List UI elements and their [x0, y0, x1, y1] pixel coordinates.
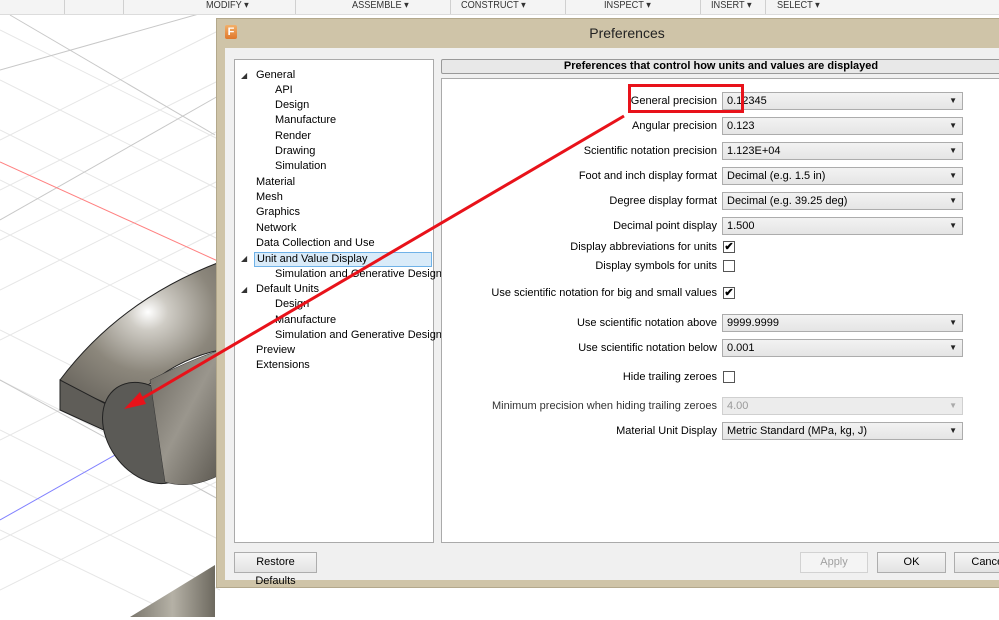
tree-item-general-design[interactable]: Design	[275, 98, 309, 113]
tree-item-network[interactable]: Network	[256, 221, 296, 236]
general-precision-select[interactable]: 0.12345 ▼	[722, 92, 963, 110]
min-precision-label: Minimum precision when hiding trailing z…	[492, 400, 717, 412]
angular-precision-select[interactable]: 0.123 ▼	[722, 117, 963, 135]
dropdown-arrow-icon: ▼	[949, 196, 957, 205]
foot-inch-format-select[interactable]: Decimal (e.g. 1.5 in) ▼	[722, 167, 963, 185]
dropdown-arrow-icon: ▼	[949, 343, 957, 352]
min-precision-select[interactable]: 4.00 ▼	[722, 397, 963, 415]
tree-item-unit-simulation-generative[interactable]: Simulation and Generative Design	[275, 267, 442, 282]
ok-button[interactable]: OK	[877, 552, 946, 573]
tree-item-general-manufacture[interactable]: Manufacture	[275, 113, 336, 128]
display-symbols-checkbox[interactable]	[723, 260, 735, 272]
decimal-point-select[interactable]: 1.500 ▼	[722, 217, 963, 235]
tree-item-label[interactable]: Default Units	[256, 282, 319, 297]
sci-above-select[interactable]: 9999.9999 ▼	[722, 314, 963, 332]
tree-item-mesh[interactable]: Mesh	[256, 190, 283, 205]
angular-precision-label: Angular precision	[632, 120, 717, 132]
menu-construct[interactable]: CONSTRUCT ▾	[461, 0, 526, 14]
tree-item-label[interactable]: General	[256, 68, 295, 83]
preferences-tree[interactable]: ◢ General API Design Manufacture Render …	[234, 59, 442, 543]
tree-item-extensions[interactable]: Extensions	[256, 358, 310, 373]
material-unit-label: Material Unit Display	[616, 425, 717, 437]
toolbar-separator	[565, 0, 566, 14]
dialog-title: Preferences	[589, 25, 665, 41]
toolbar-separator	[295, 0, 296, 14]
degree-format-label: Degree display format	[609, 195, 717, 207]
expander-icon[interactable]: ◢	[241, 282, 249, 297]
3d-model	[59, 261, 221, 617]
toolbar-separator	[765, 0, 766, 14]
restore-defaults-button[interactable]: Restore Defaults	[234, 552, 317, 587]
sci-above-value: 9999.9999	[727, 317, 779, 329]
dropdown-arrow-icon: ▼	[949, 426, 957, 435]
menu-inspect[interactable]: INSPECT ▾	[604, 0, 651, 14]
dropdown-arrow-icon: ▼	[949, 146, 957, 155]
tree-item-general-api[interactable]: API	[275, 83, 293, 98]
toolbar-separator	[123, 0, 124, 14]
toolbar-separator	[700, 0, 701, 14]
sci-below-select[interactable]: 0.001 ▼	[722, 339, 963, 357]
settings-panel: General precision 0.12345 ▼ Angular prec…	[441, 78, 999, 543]
degree-format-value: Decimal (e.g. 39.25 deg)	[727, 195, 848, 207]
tree-item-default-design[interactable]: Design	[275, 297, 309, 312]
hide-trailing-zeroes-checkbox[interactable]	[723, 371, 735, 383]
min-precision-value: 4.00	[727, 400, 749, 412]
toolbar-separator	[450, 0, 451, 14]
cancel-button[interactable]: Cancel	[954, 552, 999, 573]
toolbar-separator	[64, 0, 65, 14]
display-abbreviations-label: Display abbreviations for units	[570, 241, 717, 253]
sci-below-value: 0.001	[727, 342, 755, 354]
hide-trailing-zeroes-label: Hide trailing zeroes	[622, 371, 717, 383]
tree-item-material[interactable]: Material	[256, 175, 295, 190]
sci-above-label: Use scientific notation above	[576, 317, 717, 329]
scientific-precision-select[interactable]: 1.123E+04 ▼	[722, 142, 963, 160]
section-header: Preferences that control how units and v…	[441, 59, 999, 74]
use-scientific-label: Use scientific notation for big and smal…	[491, 287, 717, 299]
tree-item-label-selected[interactable]: Unit and Value Display	[254, 252, 432, 267]
decimal-point-value: 1.500	[727, 220, 755, 232]
material-unit-select[interactable]: Metric Standard (MPa, kg, J) ▼	[722, 422, 963, 440]
expander-icon[interactable]: ◢	[241, 68, 249, 83]
dropdown-arrow-icon: ▼	[949, 121, 957, 130]
tree-item-graphics[interactable]: Graphics	[256, 205, 300, 220]
tree-item-data-collection[interactable]: Data Collection and Use	[256, 236, 375, 251]
dropdown-arrow-icon: ▼	[949, 401, 957, 410]
tree-item-general-simulation[interactable]: Simulation	[275, 159, 326, 174]
foot-inch-format-value: Decimal (e.g. 1.5 in)	[727, 170, 826, 182]
dropdown-arrow-icon: ▼	[949, 318, 957, 327]
display-abbreviations-checkbox[interactable]: ✔	[723, 241, 735, 253]
check-icon: ✔	[724, 287, 734, 299]
menu-modify[interactable]: MODIFY ▾	[206, 0, 249, 14]
scientific-precision-label: Scientific notation precision	[583, 145, 717, 157]
menu-assemble[interactable]: ASSEMBLE ▾	[352, 0, 409, 14]
menu-insert[interactable]: INSERT ▾	[711, 0, 752, 14]
preferences-dialog: F Preferences ◢ General API Design Manuf…	[216, 18, 999, 588]
tree-item-default-manufacture[interactable]: Manufacture	[275, 313, 336, 328]
dropdown-arrow-icon: ▼	[949, 171, 957, 180]
dialog-titlebar[interactable]: F Preferences	[217, 19, 999, 47]
degree-format-select[interactable]: Decimal (e.g. 39.25 deg) ▼	[722, 192, 963, 210]
ribbon-toolbar: MODIFY ▾ ASSEMBLE ▾ CONSTRUCT ▾ INSPECT …	[0, 0, 999, 15]
foot-inch-format-label: Foot and inch display format	[578, 170, 717, 182]
display-symbols-label: Display symbols for units	[595, 260, 717, 272]
sci-below-label: Use scientific notation below	[578, 342, 717, 354]
menu-select[interactable]: SELECT ▾	[777, 0, 820, 14]
tree-item-preview[interactable]: Preview	[256, 343, 295, 358]
expander-icon[interactable]: ◢	[241, 251, 249, 266]
annotation-highlight-box	[628, 84, 744, 113]
dialog-body: ◢ General API Design Manufacture Render …	[225, 48, 999, 587]
material-unit-value: Metric Standard (MPa, kg, J)	[727, 425, 867, 437]
tree-item-general-drawing[interactable]: Drawing	[275, 144, 315, 159]
tree-item-general-render[interactable]: Render	[275, 129, 311, 144]
check-icon: ✔	[724, 241, 734, 253]
dropdown-arrow-icon: ▼	[949, 221, 957, 230]
apply-button[interactable]: Apply	[800, 552, 868, 573]
angular-precision-value: 0.123	[727, 120, 755, 132]
use-scientific-checkbox[interactable]: ✔	[723, 287, 735, 299]
dropdown-arrow-icon: ▼	[949, 96, 957, 105]
scientific-precision-value: 1.123E+04	[727, 145, 781, 157]
decimal-point-label: Decimal point display	[613, 220, 717, 232]
tree-item-default-simulation-generative[interactable]: Simulation and Generative Design	[275, 328, 442, 343]
